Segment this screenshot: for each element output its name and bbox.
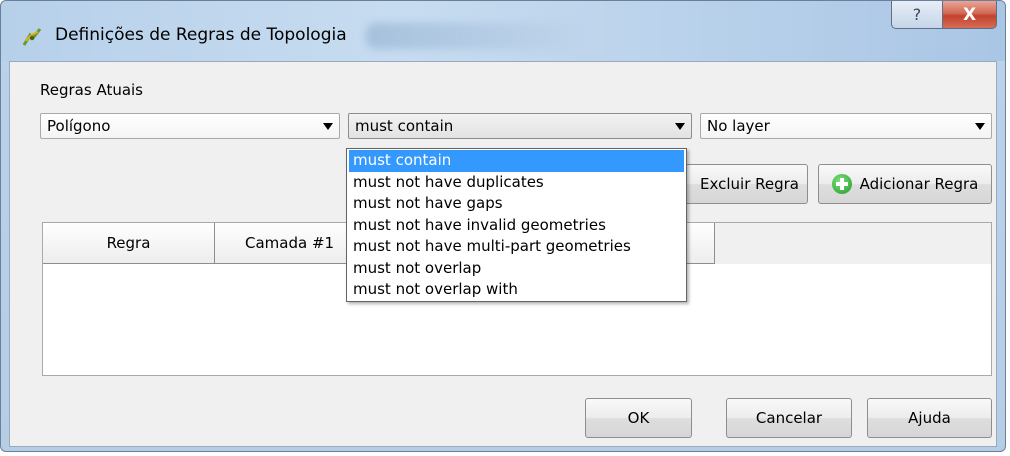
second-layer-value: No layer xyxy=(707,117,770,135)
title-bar[interactable]: Definições de Regras de Topologia ? X xyxy=(1,1,1005,61)
rule-combo[interactable]: must contain xyxy=(348,113,692,139)
cancel-label: Cancelar xyxy=(755,409,823,427)
help-label: Ajuda xyxy=(908,409,951,427)
chevron-down-icon xyxy=(975,123,985,130)
rule-option[interactable]: must not overlap with xyxy=(349,279,684,301)
close-icon: X xyxy=(962,4,977,25)
app-icon xyxy=(22,28,42,46)
add-rule-button[interactable]: Adicionar Regra xyxy=(818,164,992,204)
column-header-layer1-label: Camada #1 xyxy=(245,234,335,252)
title-help-button[interactable]: ? xyxy=(891,1,943,29)
layer-type-combo[interactable]: Polígono xyxy=(40,113,340,139)
ok-label: OK xyxy=(627,409,650,427)
window-title: Definições de Regras de Topologia xyxy=(55,25,347,45)
layer-type-value: Polígono xyxy=(47,117,111,135)
rule-option[interactable]: must not have invalid geometries xyxy=(349,215,684,237)
title-close-button[interactable]: X xyxy=(942,1,997,29)
help-icon: ? xyxy=(912,5,922,24)
cancel-button[interactable]: Cancelar xyxy=(726,398,852,438)
add-rule-label: Adicionar Regra xyxy=(859,175,979,193)
ok-button[interactable]: OK xyxy=(585,398,692,438)
title-bar-background-blur xyxy=(366,23,586,49)
rule-option[interactable]: must contain xyxy=(349,150,684,172)
column-header-rule-label: Regra xyxy=(106,234,151,252)
rule-value: must contain xyxy=(355,117,454,135)
help-button[interactable]: Ajuda xyxy=(867,398,992,438)
add-icon xyxy=(831,174,852,194)
column-header-rule[interactable]: Regra xyxy=(43,223,215,264)
delete-rule-label: Excluir Regra xyxy=(700,175,799,193)
rule-option[interactable]: must not overlap xyxy=(349,258,684,280)
second-layer-combo[interactable]: No layer xyxy=(700,113,992,139)
current-rules-label: Regras Atuais xyxy=(40,81,144,99)
rule-option[interactable]: must not have duplicates xyxy=(349,172,684,194)
chevron-down-icon xyxy=(675,123,685,130)
rule-option[interactable]: must not have gaps xyxy=(349,193,684,215)
rule-option[interactable]: must not have multi-part geometries xyxy=(349,236,684,258)
chevron-down-icon xyxy=(323,123,333,130)
rule-dropdown-list[interactable]: must contain must not have duplicates mu… xyxy=(346,148,687,302)
